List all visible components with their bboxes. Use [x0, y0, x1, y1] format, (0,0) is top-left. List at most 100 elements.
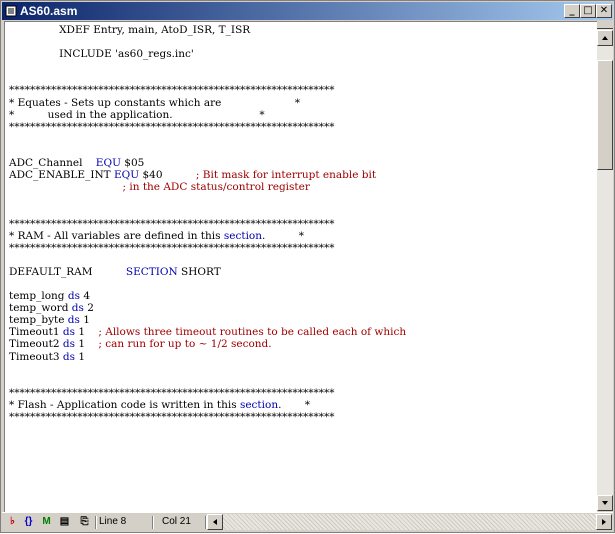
code-line[interactable]: Timeout1 ds 1 ; Allows three timeout rou… — [9, 326, 406, 338]
code-line[interactable] — [9, 205, 406, 217]
code-line[interactable]: ; in the ADC status/control register — [9, 181, 406, 193]
code-line[interactable]: * RAM - All variables are defined in thi… — [9, 230, 406, 242]
code-line[interactable] — [9, 254, 406, 266]
code-token: * Equates - Sets up constants which are … — [9, 96, 301, 109]
code-editor[interactable]: XDEF Entry, main, AtoD_ISR, T_ISR INCLUD… — [4, 21, 597, 512]
code-line[interactable]: ****************************************… — [9, 121, 406, 133]
code-token: ADC_ENABLE_INT — [9, 169, 114, 182]
scroll-right-button[interactable] — [596, 514, 612, 530]
keyword-token: ds — [67, 314, 80, 327]
code-line[interactable] — [9, 363, 406, 375]
keyword-token: EQU — [114, 169, 140, 182]
code-line[interactable] — [9, 60, 406, 72]
code-line[interactable] — [9, 145, 406, 157]
code-token: * RAM - All variables are defined in thi… — [9, 229, 224, 242]
code-token: 2 — [83, 302, 94, 315]
code-line[interactable]: temp_long ds 4 — [9, 290, 406, 302]
keyword-token: ds — [62, 338, 75, 351]
code-line[interactable]: temp_word ds 2 — [9, 302, 406, 314]
code-token: 1 — [74, 350, 86, 363]
code-token: ****************************************… — [9, 241, 335, 254]
code-token: ADC_Channel — [9, 157, 96, 170]
source-code[interactable]: XDEF Entry, main, AtoD_ISR, T_ISR INCLUD… — [9, 24, 406, 423]
code-line[interactable]: Timeout2 ds 1 ; can run for up to ~ 1/2 … — [9, 338, 406, 350]
scroll-left-button[interactable] — [207, 514, 223, 530]
comment-token: ; can run for up to ~ 1/2 second. — [98, 338, 272, 351]
code-token: ****************************************… — [9, 386, 335, 399]
code-token: temp_word — [9, 302, 72, 315]
code-line[interactable]: DEFAULT_RAM SECTION SHORT — [9, 266, 406, 278]
jump-icon[interactable]: ♭ — [6, 516, 19, 528]
scroll-up-button[interactable] — [597, 30, 613, 46]
code-line[interactable]: * Equates - Sets up constants which are … — [9, 97, 406, 109]
code-token: temp_long — [9, 290, 68, 303]
code-token: . * — [278, 398, 311, 411]
code-token: DEFAULT_RAM — [9, 265, 126, 278]
keyword-token: EQU — [95, 157, 121, 170]
code-token: * Flash - Application code is written in… — [9, 398, 240, 411]
keyword-token: section — [223, 229, 263, 242]
vertical-scrollbar[interactable] — [597, 21, 613, 511]
code-token: Timeout1 — [9, 326, 63, 339]
code-line[interactable] — [9, 278, 406, 290]
document-icon[interactable] — [5, 5, 17, 17]
code-token: SHORT — [177, 265, 221, 278]
comment-token: ; in the ADC status/control register — [122, 181, 310, 194]
minimize-button[interactable]: _ — [564, 4, 580, 18]
code-token: . * — [262, 229, 304, 242]
scroll-thumb[interactable] — [597, 60, 613, 170]
code-token: ****************************************… — [9, 120, 335, 133]
code-line[interactable]: INCLUDE 'as60_regs.inc' — [9, 48, 406, 60]
keyword-token: ds — [62, 326, 75, 339]
code-line[interactable]: * used in the application. * — [9, 109, 406, 121]
code-line[interactable]: temp_byte ds 1 — [9, 314, 406, 326]
code-line[interactable]: ****************************************… — [9, 242, 406, 254]
arrow-right-icon — [602, 519, 606, 525]
code-line[interactable]: ****************************************… — [9, 84, 406, 96]
maximize-button[interactable]: □ — [580, 4, 596, 18]
code-token: 1 — [74, 326, 99, 339]
code-token: $40 — [139, 169, 196, 182]
code-token: INCLUDE 'as60_regs.inc' — [9, 48, 194, 61]
code-line[interactable] — [9, 133, 406, 145]
scroll-down-button[interactable] — [597, 495, 613, 511]
close-button[interactable]: ✕ — [596, 4, 612, 18]
code-token: XDEF Entry, main, AtoD_ISR, T_ISR — [9, 24, 251, 36]
title-bar[interactable]: AS60.asm _ □ ✕ — [2, 2, 613, 20]
code-line[interactable]: XDEF Entry, main, AtoD_ISR, T_ISR — [9, 24, 406, 36]
arrow-down-icon — [602, 501, 608, 505]
code-line[interactable] — [9, 193, 406, 205]
code-line[interactable]: ****************************************… — [9, 411, 406, 423]
code-line[interactable] — [9, 72, 406, 84]
horizontal-scrollbar[interactable] — [223, 514, 611, 530]
code-token: ****************************************… — [9, 411, 335, 423]
keyword-token: ds — [71, 302, 84, 315]
status-separator — [152, 516, 154, 529]
code-token: 4 — [80, 290, 91, 303]
code-line[interactable]: ADC_ENABLE_INT EQU $40 ; Bit mask for in… — [9, 169, 406, 181]
keyword-token: SECTION — [125, 265, 178, 278]
status-bar: ♭ {} M ▤ ⎘ Line 8 Col 21 — [2, 512, 613, 532]
comment-token: ; Allows three timeout routines to be ca… — [98, 326, 407, 339]
arrow-left-icon — [213, 519, 217, 525]
compile-icon[interactable]: ⎘ — [78, 516, 91, 528]
column-indicator: Col 21 — [162, 516, 191, 527]
code-line[interactable]: ADC_Channel EQU $05 — [9, 157, 406, 169]
macro-icon[interactable]: M — [40, 516, 53, 528]
code-line[interactable] — [9, 36, 406, 48]
code-token: 1 — [74, 338, 99, 351]
brace-icon[interactable]: {} — [22, 516, 35, 528]
code-token: 1 — [79, 314, 90, 327]
keyword-token: section — [239, 398, 279, 411]
code-line[interactable]: Timeout3 ds 1 — [9, 351, 406, 363]
line-indicator: Line 8 — [99, 516, 127, 527]
code-line[interactable]: * Flash - Application code is written in… — [9, 399, 406, 411]
arrow-up-icon — [602, 36, 608, 40]
comment-token: ; Bit mask for interrupt enable bit — [195, 169, 377, 182]
code-line[interactable]: ****************************************… — [9, 387, 406, 399]
code-line[interactable] — [9, 375, 406, 387]
file-icon[interactable]: ▤ — [58, 516, 71, 528]
split-handle[interactable] — [597, 21, 613, 29]
code-line[interactable]: ****************************************… — [9, 218, 406, 230]
